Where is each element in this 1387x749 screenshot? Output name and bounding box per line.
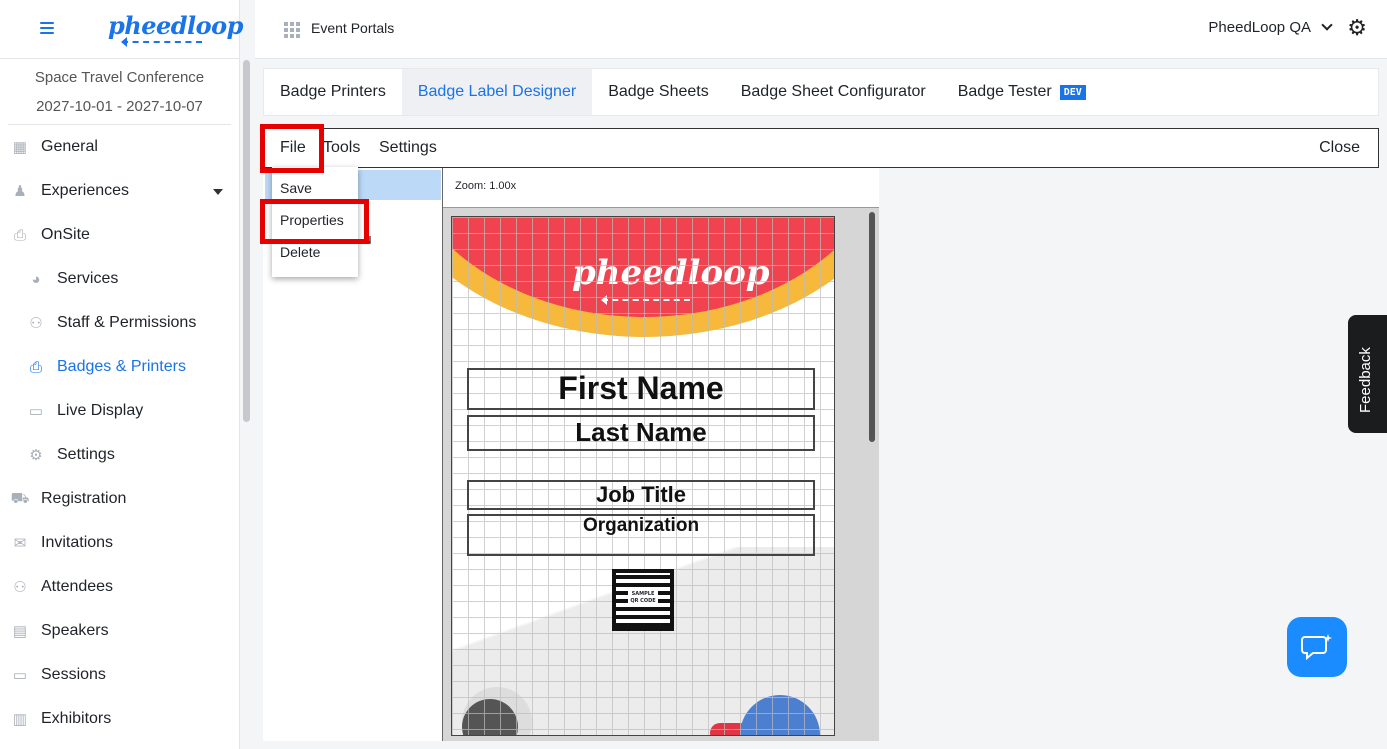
sidebar-item-attendees[interactable]: ⚇ Attendees	[0, 565, 239, 609]
sidebar-item-invitations[interactable]: ✉ Invitations	[0, 521, 239, 565]
sidebar-item-label: Registration	[41, 490, 127, 507]
organization-field[interactable]: Organization	[467, 514, 815, 556]
canvas-scrollbar[interactable]	[869, 212, 875, 442]
sidebar-item-label: General	[41, 138, 98, 155]
conference-dates: 2027-10-01 - 2027-10-07	[36, 98, 203, 115]
settings-menu[interactable]: Settings	[379, 139, 437, 157]
sidebar-item-settings[interactable]: ⚙ Settings	[0, 433, 239, 477]
sidebar-item-speakers[interactable]: ▤ Speakers	[0, 609, 239, 653]
sidebar-item-staff-permissions[interactable]: ⚇ Staff & Permissions	[0, 301, 239, 345]
people-icon: ⚇	[13, 579, 27, 596]
tab-badge-label-designer[interactable]: Badge Label Designer	[401, 69, 593, 115]
job-title-field[interactable]: Job Title	[467, 480, 815, 510]
printer-icon: ⎙	[13, 226, 26, 244]
tools-menu[interactable]: Tools	[323, 139, 360, 157]
sidebar-item-label: Services	[57, 270, 119, 287]
chat-button[interactable]	[1287, 617, 1347, 677]
people-icon: ⚇	[29, 315, 43, 332]
badge-preview[interactable]: pheedloop First Name Last Name Job Title…	[451, 216, 835, 736]
qr-code[interactable]	[612, 569, 674, 631]
chat-bubble-icon	[1301, 634, 1332, 661]
sidebar-item-onsite[interactable]: ⎙ OnSite	[0, 213, 239, 257]
monitor-icon: ▭	[28, 403, 44, 420]
laptop-icon: ▭	[12, 667, 28, 684]
mail-icon: ✉	[13, 535, 27, 552]
chevron-down-icon	[1321, 19, 1333, 31]
delete-menu-item[interactable]: Delete	[280, 244, 320, 260]
sidebar-item-label: Attendees	[41, 578, 114, 595]
gear-icon: ⚙	[29, 447, 43, 464]
hamburger-menu-icon[interactable]	[40, 22, 54, 34]
tab-label: Badge Tester	[957, 83, 1052, 100]
sidebar-scrollbar[interactable]	[243, 60, 250, 422]
topbar: Event Portals PheedLoop QA ⚙	[255, 0, 1387, 59]
sidebar-item-label: Exhibitors	[41, 710, 112, 727]
grid-icon: ▦	[12, 139, 28, 156]
sidebar-item-label: Live Display	[57, 402, 144, 419]
sidebar-item-registration[interactable]: ⛟ Registration	[0, 477, 239, 521]
sidebar-item-label: Experiences	[41, 182, 130, 199]
sidebar-item-label: Badges & Printers	[57, 358, 186, 375]
badge-tabs: Badge Printers Badge Label Designer Badg…	[263, 68, 1379, 116]
org-switcher[interactable]: PheedLoop QA	[1208, 19, 1333, 36]
feedback-label: Feedback	[1357, 347, 1374, 413]
conference-name: Space Travel Conference	[34, 69, 205, 86]
first-name-field[interactable]: First Name	[467, 368, 815, 410]
sidebar-nav: ▦ General ♟ Experiences ⎙ OnSite ◕ Services …	[0, 125, 239, 741]
logo-arrow-icon	[121, 37, 202, 47]
last-name-field[interactable]: Last Name	[467, 415, 815, 451]
sidebar-item-general[interactable]: ▦ General	[0, 125, 239, 169]
sidebar-header: pheedloop	[0, 0, 243, 59]
canvas-area: Zoom: 1.00x pheedloop First Name Last Na…	[443, 168, 879, 741]
file-menu[interactable]: File	[280, 139, 306, 157]
cart-icon: ⛟	[10, 489, 30, 507]
tab-badge-sheet-configurator[interactable]: Badge Sheet Configurator	[725, 69, 942, 115]
save-menu-item[interactable]: Save	[280, 180, 312, 196]
pheedloop-logo[interactable]: pheedloop	[108, 11, 243, 40]
properties-menu-item[interactable]: Properties	[280, 212, 344, 228]
presenter-icon: ▤	[12, 623, 28, 640]
close-button[interactable]: Close	[1319, 139, 1360, 157]
event-portals-link[interactable]: Event Portals	[311, 20, 394, 36]
org-name: PheedLoop QA	[1208, 19, 1311, 36]
file-dropdown-menu: Save Properties Delete	[272, 167, 358, 277]
apps-grid-icon[interactable]	[284, 22, 300, 38]
canvas-viewport: pheedloop First Name Last Name Job Title…	[443, 207, 879, 741]
person-icon: ♟	[13, 183, 27, 200]
printer-icon: ⎙	[29, 358, 42, 376]
sidebar-item-sessions[interactable]: ▭ Sessions	[0, 653, 239, 697]
sidebar-item-label: Staff & Permissions	[57, 314, 197, 331]
tab-badge-printers[interactable]: Badge Printers	[264, 69, 402, 115]
caret-down-icon	[213, 189, 223, 200]
template-list-item[interactable]: u	[363, 232, 372, 248]
conference-info: Space Travel Conference 2027-10-01 - 202…	[8, 59, 231, 125]
sidebar-item-badges-printers[interactable]: ⎙ Badges & Printers	[0, 345, 239, 389]
sidebar: pheedloop Space Travel Conference 2027-1…	[0, 0, 243, 749]
dev-badge: DEV	[1059, 84, 1086, 100]
sidebar-item-exhibitors[interactable]: ▥ Exhibitors	[0, 697, 239, 741]
sidebar-item-services[interactable]: ◕ Services	[0, 257, 239, 301]
tab-badge-sheets[interactable]: Badge Sheets	[592, 69, 725, 115]
sidebar-item-label: Speakers	[41, 622, 109, 639]
zoom-level: Zoom: 1.00x	[455, 180, 517, 192]
sidebar-item-label: OnSite	[41, 226, 90, 243]
designer-menubar: File Tools Settings Close	[263, 128, 1379, 168]
canvas-gridlines	[452, 217, 834, 735]
tab-badge-tester[interactable]: Badge Tester DEV	[942, 69, 1102, 115]
gear-icon[interactable]: ⚙	[1347, 18, 1367, 40]
sidebar-item-label: Invitations	[41, 534, 114, 551]
sidebar-item-label: Settings	[57, 446, 115, 463]
sidebar-item-label: Sessions	[41, 666, 106, 683]
sidebar-item-experiences[interactable]: ♟ Experiences	[0, 169, 239, 213]
feedback-tab[interactable]: Feedback	[1348, 315, 1387, 433]
palette-icon: ◕	[31, 270, 41, 288]
store-icon: ▥	[12, 711, 28, 728]
sidebar-item-live-display[interactable]: ▭ Live Display	[0, 389, 239, 433]
